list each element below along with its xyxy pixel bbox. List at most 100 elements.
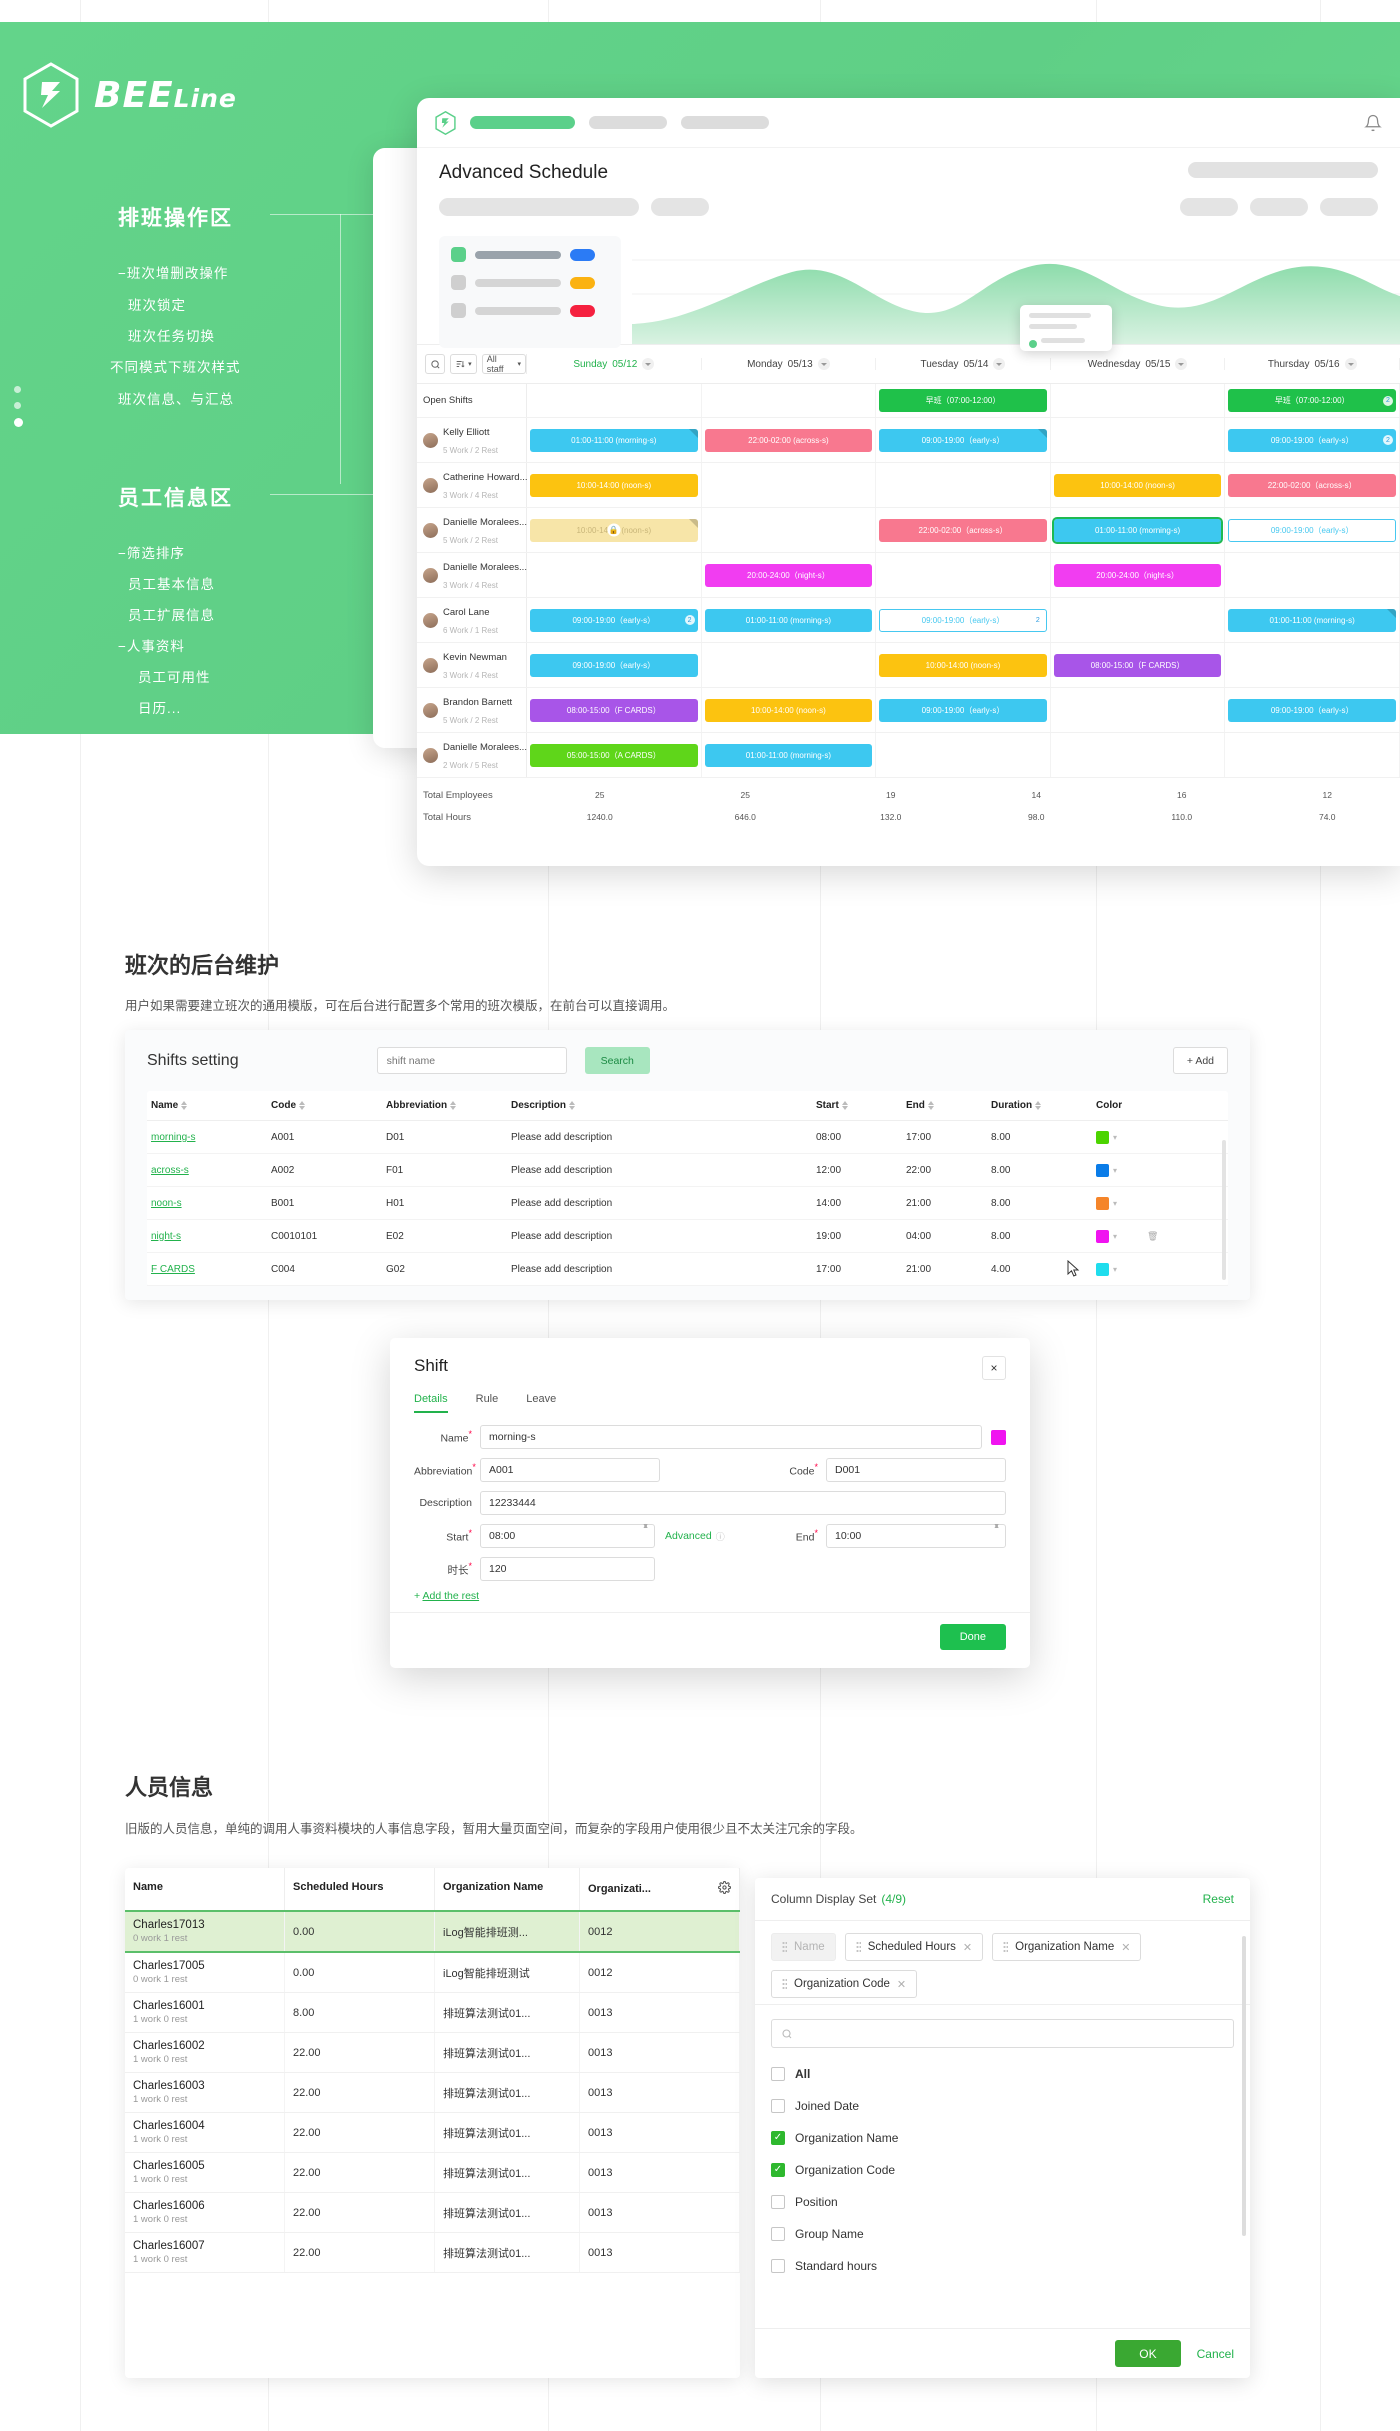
close-icon[interactable]: ×	[982, 1356, 1006, 1380]
open-shift-cell-4[interactable]: 早班（07:00-12:00） 2	[1225, 384, 1400, 417]
employee-cell[interactable]: Kelly Elliott 5 Work / 2 Rest	[417, 418, 527, 462]
shift-cell[interactable]	[702, 643, 877, 687]
tab-details[interactable]: Details	[414, 1393, 448, 1413]
shift-search-input[interactable]	[376, 1047, 567, 1074]
employee-cell[interactable]: Carol Lane 6 Work / 1 Rest	[417, 598, 527, 642]
shift-cell[interactable]: 08:00-15:00（F CARDS）	[527, 688, 702, 732]
open-shift-cell-2[interactable]: 早班（07:00-12:00）	[876, 384, 1051, 417]
description-field[interactable]	[480, 1491, 1006, 1515]
toolbar-placeholder-5[interactable]	[1320, 198, 1378, 216]
employee-cell[interactable]: Brandon Barnett 5 Work / 2 Rest	[417, 688, 527, 732]
shift-cell[interactable]	[876, 733, 1051, 777]
nav-tab-active[interactable]	[470, 116, 575, 129]
shift-chip[interactable]: 01:00-11:00 (morning-s)	[704, 608, 873, 632]
table-row[interactable]: Charles16002 1 work 0 rest 22.00 排班算法测试01..…	[125, 2033, 740, 2073]
shift-cell[interactable]: 01:00-11:00 (morning-s)	[527, 418, 702, 462]
shift-row[interactable]: F CARDS C004 G02 Please add description 17:0…	[147, 1253, 1228, 1286]
shift-chip[interactable]: 10:00-14:00 (noon-s)	[530, 473, 698, 497]
shift-chip[interactable]: 22:00-02:00（across-s）	[879, 518, 1047, 542]
day-header-3[interactable]: Wednesday 05/15	[1051, 358, 1226, 370]
shift-color-swatch[interactable]	[1096, 1229, 1109, 1243]
employee-cell[interactable]: Danielle Moralees... 3 Work / 4 Rest	[417, 553, 527, 597]
column-option[interactable]: Organization Name	[771, 2122, 1234, 2154]
col-organization-code[interactable]: Organizati...	[588, 1883, 651, 1895]
shift-chip[interactable]: 09:00-19:00（early-s）	[1228, 698, 1396, 722]
table-row[interactable]: Charles17013 0 work 1 rest 0.00 iLog智能排班测..…	[125, 1912, 740, 1953]
shift-chip[interactable]: 早班（07:00-12:00）	[879, 389, 1047, 412]
shift-search-button[interactable]: Search	[584, 1047, 650, 1074]
abbreviation-field[interactable]	[480, 1458, 660, 1482]
employee-cell[interactable]: Kevin Newman 3 Work / 4 Rest	[417, 643, 527, 687]
shift-chip[interactable]: 22:00-02:00（across-s）	[1228, 473, 1396, 497]
column-tag[interactable]: Scheduled Hours ✕	[844, 1933, 984, 1961]
shift-name-link[interactable]: night-s	[151, 1231, 181, 1242]
column-tag[interactable]: Organization Name ✕	[992, 1933, 1142, 1961]
shift-col-color[interactable]: Color	[1092, 1100, 1172, 1111]
shift-cell[interactable]	[1225, 733, 1400, 777]
chevron-down-icon[interactable]: ▾	[1113, 1199, 1117, 1208]
drag-handle-icon[interactable]	[782, 1941, 787, 1953]
shift-col-abbreviation[interactable]: Abbreviation	[382, 1100, 507, 1111]
chevron-down-icon[interactable]	[642, 358, 655, 370]
shift-col-end[interactable]: End	[902, 1100, 987, 1111]
column-option[interactable]: Standard hours	[771, 2250, 1234, 2282]
sort-icon[interactable]	[927, 1100, 934, 1111]
shift-cell[interactable]: 20:00-24:00（night-s）	[1051, 553, 1226, 597]
shift-name-link[interactable]: F CARDS	[151, 1264, 195, 1275]
chevron-down-icon[interactable]	[817, 358, 830, 370]
shift-chip[interactable]: 10:00-14:00 (noon-s)	[704, 698, 873, 722]
shift-chip[interactable]: 20:00-24:00（night-s）	[704, 563, 873, 587]
end-field[interactable]	[826, 1524, 1006, 1548]
shifts-table-scrollbar[interactable]	[1222, 1140, 1226, 1280]
advanced-link[interactable]: Advanced	[665, 1530, 712, 1542]
shift-chip[interactable]: 09:00-19:00（early-s） 2	[530, 608, 698, 632]
table-row[interactable]: Charles16001 1 work 0 rest 8.00 排班算法测试01...…	[125, 1993, 740, 2033]
table-row[interactable]: Charles16007 1 work 0 rest 22.00 排班算法测试01..…	[125, 2233, 740, 2273]
tab-leave[interactable]: Leave	[526, 1393, 556, 1413]
checkbox[interactable]	[771, 2195, 785, 2209]
shift-cell[interactable]	[702, 463, 877, 507]
shift-chip[interactable]: 09:00-19:00（early-s）	[879, 698, 1047, 722]
shift-chip[interactable]: 09:00-19:00（early-s） 2	[879, 608, 1047, 632]
shift-cell[interactable]	[527, 553, 702, 597]
chevron-down-icon[interactable]	[1344, 358, 1357, 370]
shift-row[interactable]: across-s A002 F01 Please add description 12:…	[147, 1154, 1228, 1187]
table-row[interactable]: Charles17005 0 work 1 rest 0.00 iLog智能排班测试 0…	[125, 1953, 740, 1993]
sort-icon[interactable]	[181, 1100, 188, 1111]
checkbox[interactable]	[771, 2163, 785, 2177]
shift-col-code[interactable]: Code	[267, 1100, 382, 1111]
shift-chip[interactable]: 09:00-19:00（early-s）	[879, 428, 1047, 452]
shift-color-swatch[interactable]	[1096, 1262, 1109, 1276]
chevron-down-icon[interactable]: ▾	[1113, 1166, 1117, 1175]
shift-add-button[interactable]: + Add	[1172, 1047, 1228, 1074]
shift-cell[interactable]	[876, 553, 1051, 597]
shift-cell[interactable]	[1051, 733, 1226, 777]
shift-color-swatch[interactable]	[991, 1429, 1006, 1445]
shift-chip[interactable]: 22:00-02:00 (across-s)	[704, 428, 873, 452]
shift-cell[interactable]: 09:00-19:00（early-s） 2	[876, 598, 1051, 642]
sort-icon[interactable]	[1035, 1100, 1042, 1111]
done-button[interactable]: Done	[939, 1624, 1006, 1650]
sort-button[interactable]: ▾	[450, 354, 477, 374]
slide-dots[interactable]	[14, 386, 23, 436]
shift-cell[interactable]: 09:00-19:00（early-s）	[1225, 688, 1400, 732]
shift-cell[interactable]	[876, 463, 1051, 507]
shift-col-start[interactable]: Start	[812, 1100, 902, 1111]
remove-icon[interactable]: ✕	[897, 1978, 906, 1991]
duration-field[interactable]	[480, 1557, 655, 1581]
drag-handle-icon[interactable]	[782, 1978, 787, 1990]
shift-cell[interactable]: 08:00-15:00（F CARDS）	[1051, 643, 1226, 687]
staff-filter-dropdown[interactable]: All staff ▾	[481, 354, 526, 374]
open-shift-cell-0[interactable]	[527, 384, 702, 417]
shift-cell[interactable]: 22:00-02:00 (across-s)	[702, 418, 877, 462]
shift-cell[interactable]: 10:00-14:00 (noon-s)	[527, 463, 702, 507]
shift-cell[interactable]	[1225, 643, 1400, 687]
sort-icon[interactable]	[569, 1100, 576, 1111]
column-option[interactable]: Joined Date	[771, 2090, 1234, 2122]
shift-col-duration[interactable]: Duration	[987, 1100, 1092, 1111]
code-field[interactable]	[826, 1458, 1006, 1482]
toolbar-placeholder-2[interactable]	[651, 198, 709, 216]
shift-cell[interactable]: 09:00-19:00（early-s）	[1225, 508, 1400, 552]
drag-handle-icon[interactable]	[855, 1941, 861, 1953]
table-row[interactable]: Charles16006 1 work 0 rest 22.00 排班算法测试01..…	[125, 2193, 740, 2233]
